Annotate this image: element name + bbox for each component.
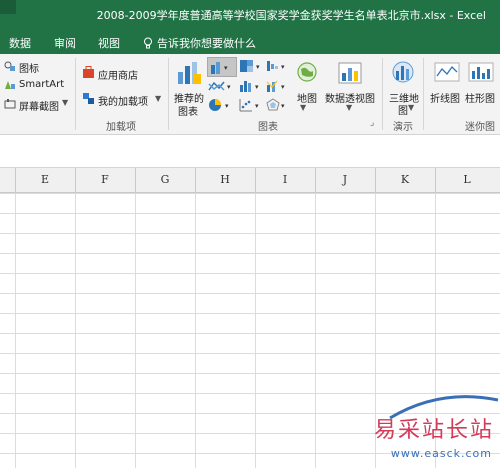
charts-dialog-launcher-icon[interactable]: ⌟ [370, 118, 374, 128]
group-separator [168, 58, 169, 130]
column-chart-button[interactable]: ▾ [207, 57, 237, 77]
icons-icon [4, 61, 15, 71]
map-chart-icon [297, 62, 317, 82]
my-addins-icon [83, 93, 94, 104]
pivot-chart-icon [338, 62, 362, 84]
svg-text:▾: ▾ [281, 63, 285, 71]
svg-text:▾: ▾ [227, 83, 231, 91]
column-header-h[interactable]: H [195, 168, 256, 192]
tab-data[interactable]: 数据 [9, 35, 31, 51]
my-addins-button[interactable]: 我的加载项 [98, 93, 148, 108]
ribbon-tabs: 数据 审阅 视图 告诉我你想要做什么 [0, 28, 500, 54]
column-header-partial[interactable] [0, 168, 16, 192]
pivot-chart-dropdown-icon[interactable]: ▼ [346, 103, 352, 112]
icons-button[interactable]: 图标 [19, 60, 39, 75]
tell-me-box[interactable]: 告诉我你想要做什么 [143, 35, 256, 51]
grid-line [15, 193, 16, 468]
screenshot-button[interactable]: 屏幕截图 [19, 98, 59, 113]
sparkline-line-button[interactable]: 折线图 [430, 90, 460, 105]
svg-text:▾: ▾ [256, 63, 260, 71]
3d-map-label-2[interactable]: 图 [398, 102, 408, 117]
column-header-row: E F G H I J K L [0, 168, 500, 193]
quick-access-area[interactable] [0, 0, 16, 14]
smartart-button[interactable]: SmartArt [19, 79, 64, 90]
pie-chart-icon[interactable]: ▾ [208, 98, 234, 112]
column-header-f[interactable]: F [75, 168, 136, 192]
my-addins-dropdown-icon[interactable]: ▼ [155, 94, 161, 103]
window-title: 2008-2009学年度普通高等学校国家奖学金获奖学生名单表北京市.xlsx -… [96, 9, 486, 22]
smartart-icon [5, 81, 15, 89]
sparkline-column-button[interactable]: 柱形图 [465, 90, 495, 105]
combo-chart-icon[interactable]: ▾ [266, 79, 288, 93]
svg-text:▾: ▾ [255, 102, 259, 110]
store-button[interactable]: 应用商店 [98, 67, 138, 82]
lightbulb-icon [144, 37, 152, 49]
store-icon [83, 66, 94, 78]
column-chart-icon: ▾ [211, 62, 228, 74]
sparkline-column-icon [468, 62, 494, 82]
group-separator [75, 58, 76, 130]
column-header-k[interactable]: K [375, 168, 436, 192]
formula-bar-area [0, 135, 500, 168]
sparkline-line-icon [434, 62, 460, 82]
column-header-e[interactable]: E [15, 168, 76, 192]
grid-line [135, 193, 136, 468]
watermark-url: www.easck.com [390, 447, 492, 460]
tell-me-label: 告诉我你想要做什么 [157, 37, 256, 50]
grid-line [75, 193, 76, 468]
tab-review[interactable]: 审阅 [54, 35, 76, 51]
sparklines-group-label: 迷你图 [465, 122, 495, 133]
grid-line [255, 193, 256, 468]
radar-chart-icon[interactable]: ▾ [266, 98, 288, 112]
title-bar: 2008-2009学年度普通高等学校国家奖学金获奖学生名单表北京市.xlsx -… [0, 0, 500, 28]
scatter-chart-icon[interactable]: ▾ [239, 98, 263, 112]
watermark-title: 易采站长站 [373, 418, 494, 443]
recommended-charts-icon [178, 62, 201, 84]
svg-text:▾: ▾ [224, 64, 228, 72]
group-separator [382, 58, 383, 130]
hierarchy-chart-icon[interactable]: ▾ [239, 59, 263, 73]
tab-view[interactable]: 视图 [98, 35, 120, 51]
tours-group-label: 演示 [393, 122, 413, 133]
statistic-chart-icon[interactable]: ▾ [239, 79, 263, 93]
svg-text:▾: ▾ [281, 102, 285, 110]
3d-map-dropdown-icon[interactable]: ▼ [408, 103, 414, 112]
column-header-i[interactable]: I [255, 168, 316, 192]
svg-text:▾: ▾ [281, 83, 285, 91]
column-header-l[interactable]: L [435, 168, 499, 192]
line-chart-icon[interactable]: ▾ [208, 79, 234, 93]
column-header-g[interactable]: G [135, 168, 196, 192]
svg-text:▾: ▾ [225, 102, 229, 110]
svg-text:▾: ▾ [255, 83, 259, 91]
addins-group-label: 加载项 [106, 122, 136, 133]
charts-group-label: 图表 [258, 122, 278, 133]
column-header-j[interactable]: J [315, 168, 376, 192]
3d-map-icon [392, 61, 414, 83]
recommended-charts-label-2[interactable]: 图表 [178, 103, 198, 118]
screenshot-icon [4, 99, 16, 109]
waterfall-chart-icon[interactable]: ▾ [266, 59, 288, 73]
grid-line [195, 193, 196, 468]
grid-line [315, 193, 316, 468]
screenshot-dropdown-icon[interactable]: ▼ [62, 98, 68, 107]
group-separator [423, 58, 424, 130]
ribbon: 图标 SmartArt 屏幕截图 ▼ 应用商店 我的加载项 ▼ 加载项 推荐的 … [0, 54, 500, 135]
map-dropdown-icon[interactable]: ▼ [300, 103, 306, 112]
